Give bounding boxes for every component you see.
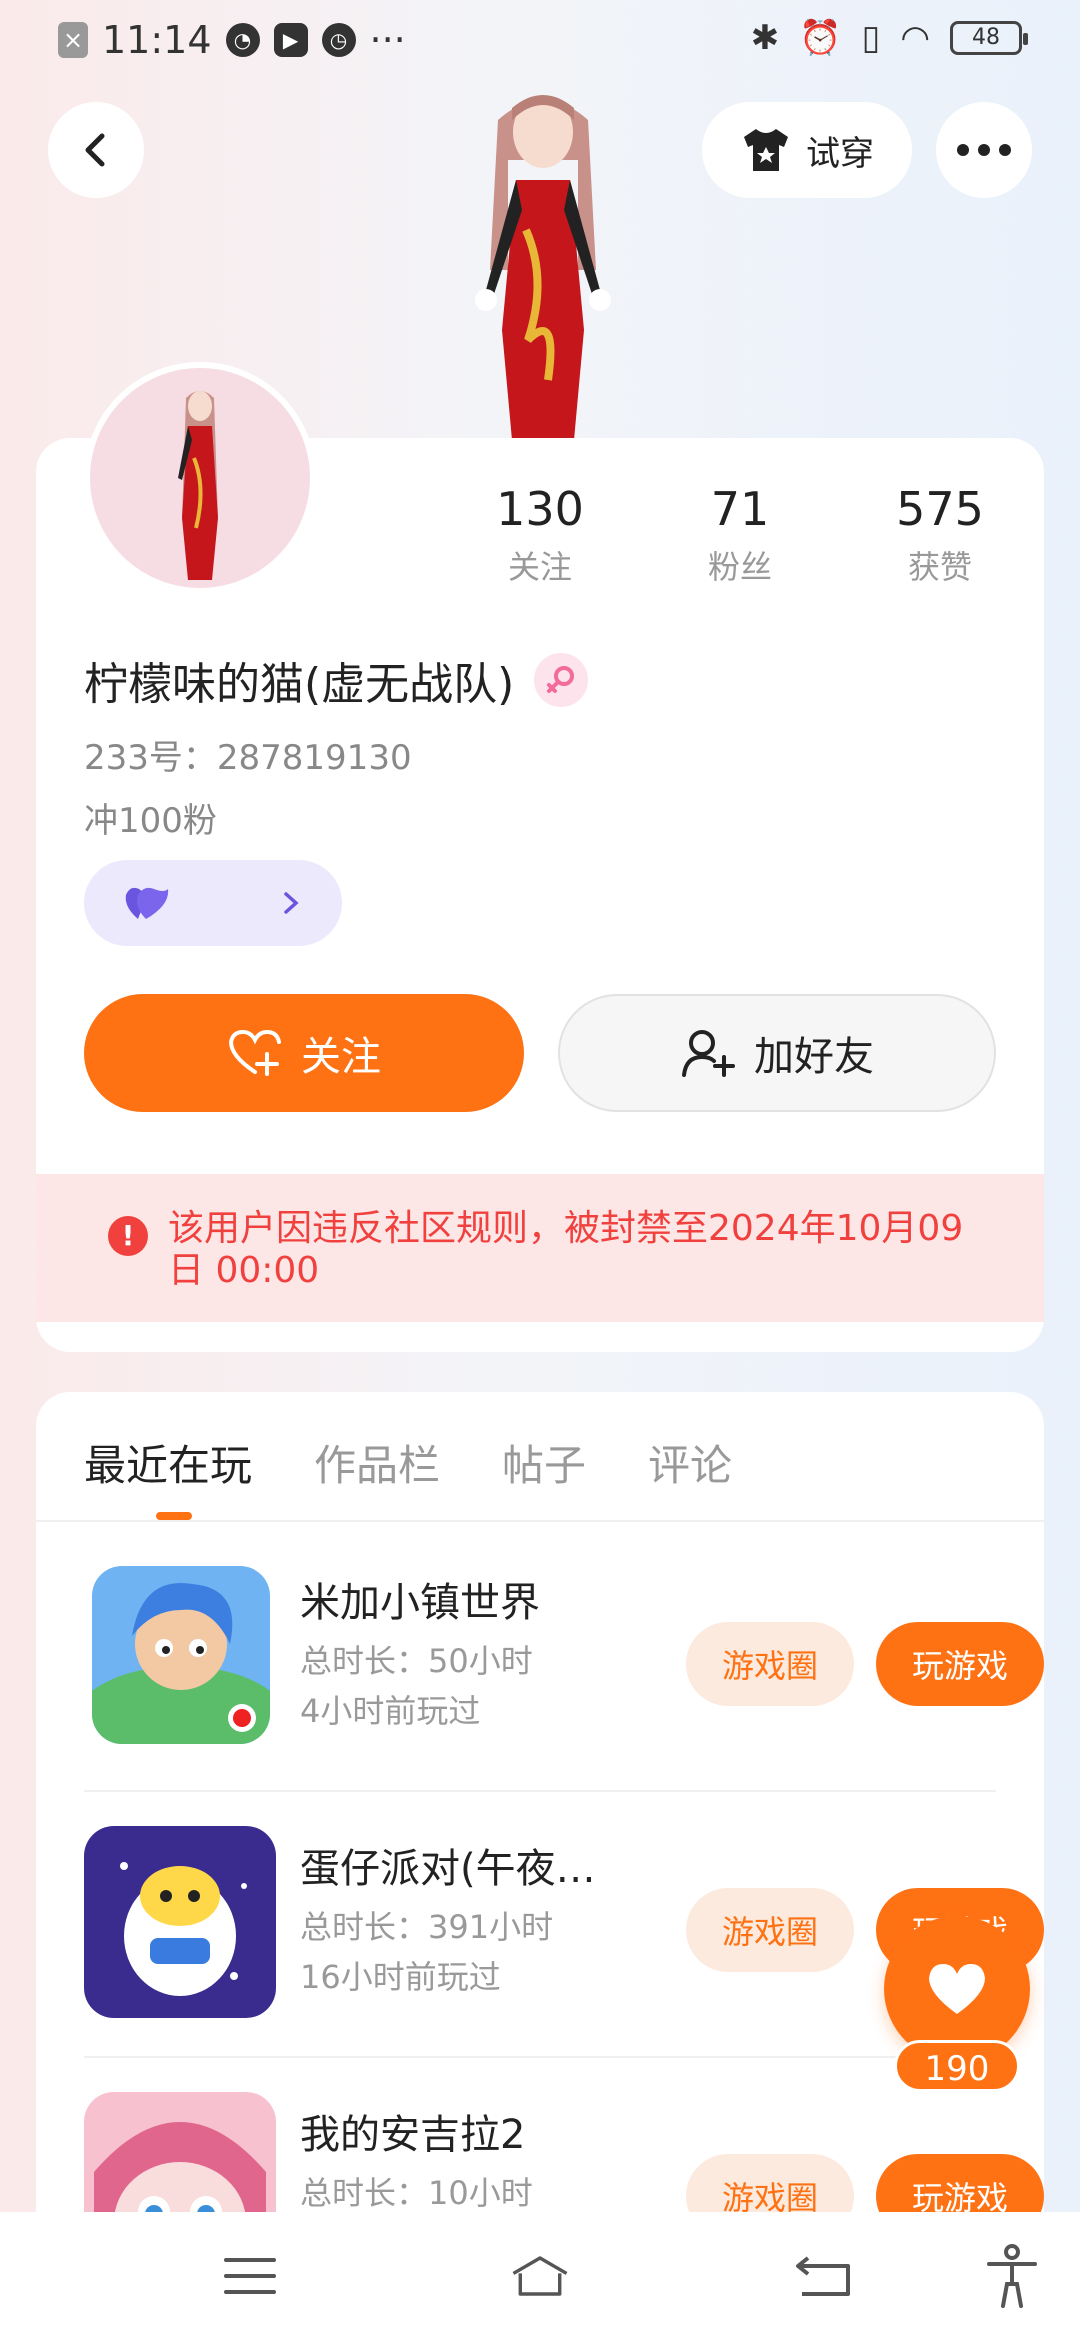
status-left: × 11:14 ◔ ▶ ◷ ··· xyxy=(58,18,406,62)
avatar[interactable] xyxy=(84,362,316,594)
wifi-icon: ◠ xyxy=(900,18,930,58)
status-more: ··· xyxy=(369,18,406,62)
game-icon[interactable] xyxy=(84,1826,276,2018)
follow-label: 关注 xyxy=(301,1034,381,1080)
status-right: ✱ ⏰ ▯ ◠ 48 xyxy=(750,18,1028,58)
alert-icon: ! xyxy=(108,1216,148,1256)
tryon-label: 试穿 xyxy=(806,133,874,174)
add-friend-button[interactable]: 加好友 xyxy=(558,994,996,1112)
game-name: 我的安吉拉2 xyxy=(300,2112,526,2158)
accessibility-button[interactable] xyxy=(982,2244,1042,2308)
username-row: 柠檬味的猫(虚无战队) xyxy=(84,648,589,712)
stat-value: 575 xyxy=(896,482,984,536)
tab-comments[interactable]: 评论 xyxy=(648,1432,732,1493)
content-card: 最近在玩 作品栏 帖子 评论 米加小镇世界 总时长：50小时 4小时前玩过 游戏… xyxy=(36,1392,1044,2340)
tab-recent[interactable]: 最近在玩 xyxy=(84,1432,252,1493)
back-nav-button[interactable] xyxy=(794,2246,854,2306)
menu-icon xyxy=(224,2258,276,2294)
female-icon xyxy=(534,653,589,707)
app-notification-icon: ◔ xyxy=(225,23,260,57)
game-row[interactable]: 米加小镇世界 总时长：50小时 4小时前玩过 游戏圈 玩游戏 xyxy=(84,1526,1044,1792)
tab-divider xyxy=(36,1520,1044,1522)
chevron-right-icon xyxy=(284,892,299,914)
stat-label: 粉丝 xyxy=(707,548,772,586)
video-notification-icon: ▶ xyxy=(273,23,308,57)
game-name: 蛋仔派对(午夜… xyxy=(300,1846,596,1892)
game-total-time: 总时长：10小时 xyxy=(300,2174,533,2212)
heart-plus-icon xyxy=(228,1029,281,1076)
user-bio: 冲100粉 xyxy=(84,801,217,841)
stat-value: 71 xyxy=(710,482,770,536)
menu-button[interactable] xyxy=(220,2246,280,2306)
game-total-time: 总时长：50小时 xyxy=(300,1642,533,1680)
stat-following[interactable]: 130 关注 xyxy=(440,482,640,588)
vibrate-icon: ▯ xyxy=(861,18,881,58)
more-button[interactable] xyxy=(936,102,1032,198)
like-count: 190 xyxy=(894,2040,1020,2092)
stat-label: 关注 xyxy=(507,548,572,586)
stat-value: 130 xyxy=(496,482,584,536)
alarm-notification-icon: ◷ xyxy=(321,23,356,57)
home-icon xyxy=(512,2256,568,2296)
game-circle-button[interactable]: 游戏圈 xyxy=(686,1888,854,1972)
tab-works[interactable]: 作品栏 xyxy=(314,1432,440,1493)
tab-indicator xyxy=(156,1512,192,1520)
game-icon[interactable] xyxy=(92,1566,270,1744)
user-plus-icon xyxy=(682,1030,735,1077)
tryon-button[interactable]: 试穿 xyxy=(702,102,912,198)
game-last-played: 16小时前玩过 xyxy=(300,1958,501,1996)
status-bar: × 11:14 ◔ ▶ ◷ ··· ✱ ⏰ ▯ ◠ 48 xyxy=(0,0,1080,84)
badge-pill[interactable] xyxy=(84,860,342,946)
stat-followers[interactable]: 71 粉丝 xyxy=(640,482,840,588)
add-friend-label: 加好友 xyxy=(754,1034,874,1080)
avatar-image xyxy=(178,391,218,580)
return-icon xyxy=(796,2256,850,2296)
heart-icon xyxy=(929,1964,985,2014)
game-name: 米加小镇世界 xyxy=(300,1580,540,1626)
notification-x-icon: × xyxy=(58,22,88,58)
play-game-button[interactable]: 玩游戏 xyxy=(876,1622,1044,1706)
back-button[interactable] xyxy=(48,102,144,198)
bluetooth-icon: ✱ xyxy=(750,18,780,58)
ban-notice-text: 该用户因违反社区规则，被封禁至2024年10月09日 00:00 xyxy=(168,1208,964,1291)
game-circle-button[interactable]: 游戏圈 xyxy=(686,1622,854,1706)
stat-label: 获赞 xyxy=(907,548,972,586)
profile-tabs: 最近在玩 作品栏 帖子 评论 xyxy=(84,1432,732,1493)
avatar-3d-figure[interactable] xyxy=(428,80,658,440)
game-last-played: 4小时前玩过 xyxy=(300,1692,481,1730)
stat-likes[interactable]: 575 获赞 xyxy=(840,482,1040,588)
username: 柠檬味的猫(虚无战队) xyxy=(84,659,515,710)
home-button[interactable] xyxy=(510,2246,570,2306)
ban-notice-banner: ! 该用户因违反社区规则，被封禁至2024年10月09日 00:00 xyxy=(36,1174,1044,1322)
system-nav-bar xyxy=(0,2212,1080,2340)
heart-badge-icon xyxy=(125,887,169,919)
follow-button[interactable]: 关注 xyxy=(84,994,524,1112)
profile-stats: 130 关注 71 粉丝 575 获赞 xyxy=(440,482,1040,588)
back-icon xyxy=(85,133,105,167)
user-id: 233号：287819130 xyxy=(84,738,412,778)
game-total-time: 总时长：391小时 xyxy=(300,1908,554,1946)
status-time: 11:14 xyxy=(102,18,212,62)
tshirt-icon xyxy=(744,129,788,171)
battery-icon: 48 xyxy=(950,21,1028,55)
alarm-icon: ⏰ xyxy=(799,18,842,58)
tab-posts[interactable]: 帖子 xyxy=(502,1432,586,1493)
accessibility-icon xyxy=(987,2244,1037,2308)
more-icon xyxy=(957,144,1011,156)
